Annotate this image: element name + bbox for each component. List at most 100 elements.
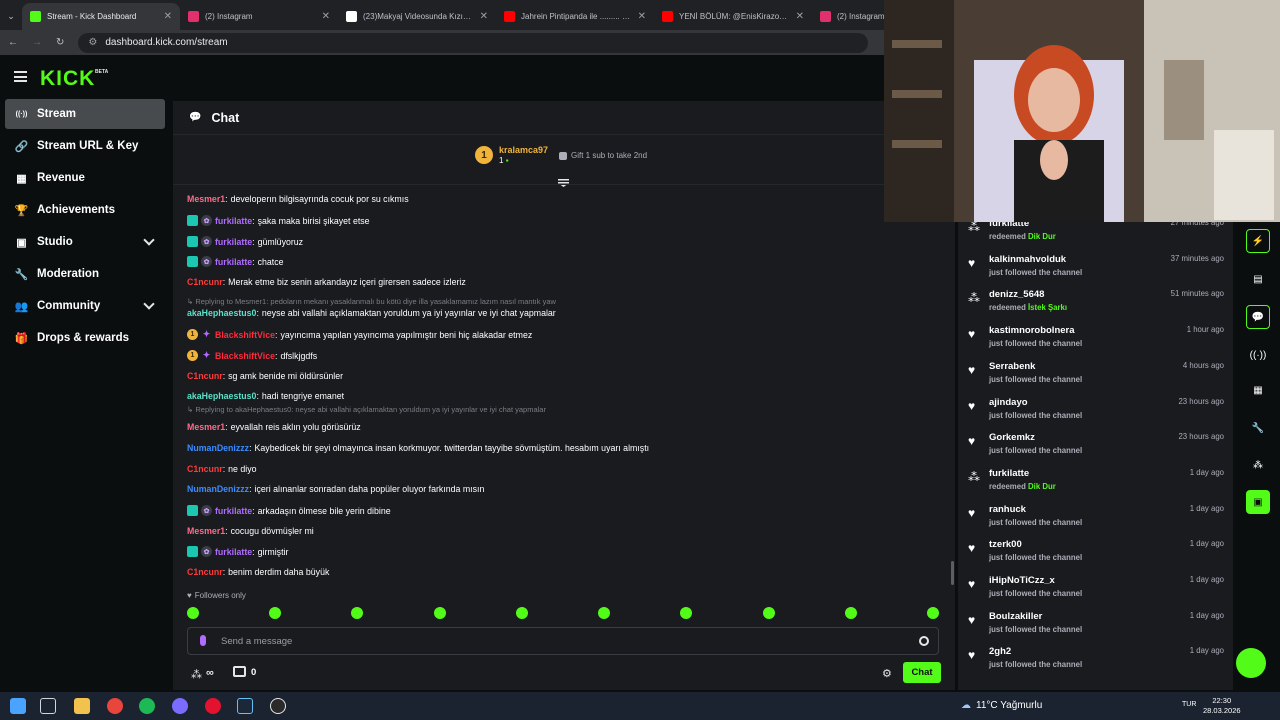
sidebar-item-drops-rewards[interactable]: 🎁 Drops & rewards — [5, 323, 165, 353]
activity-username[interactable]: Gorkemkz — [989, 432, 1035, 443]
wrench-icon[interactable]: 🔧 — [1246, 416, 1270, 440]
sidebar-item-studio[interactable]: ▣ Studio — [5, 227, 165, 257]
message-input[interactable]: Send a message — [187, 627, 939, 655]
obs-icon[interactable] — [270, 698, 286, 714]
activity-username[interactable]: kalkinmahvolduk — [989, 254, 1066, 265]
emote-icon[interactable] — [598, 607, 611, 619]
back-icon[interactable]: ← — [8, 37, 18, 48]
spotify-icon[interactable] — [139, 698, 155, 714]
sidebar-item-stream-url-key[interactable]: 🔗 Stream URL & Key — [5, 131, 165, 161]
reload-icon[interactable]: ↻ — [56, 37, 64, 48]
close-tab-icon[interactable]: ✕ — [164, 11, 172, 22]
chat-username[interactable]: akaHephaestus0 — [187, 391, 256, 401]
site-info-icon[interactable]: ⚙ — [88, 37, 97, 48]
notes-icon[interactable]: ▤ — [1246, 267, 1270, 291]
clips-icon[interactable]: ▣ — [1246, 490, 1270, 514]
clock[interactable]: 22:30 28.03.2026 — [1203, 696, 1241, 716]
sidebar-item-revenue[interactable]: ▦ Revenue — [5, 163, 165, 193]
language-indicator[interactable]: TUR — [1182, 701, 1196, 708]
browser-tab[interactable]: YENİ BÖLÜM: @EnisKirazoglu… ✕ — [654, 3, 812, 30]
emote-icon[interactable] — [187, 607, 199, 619]
close-tab-icon[interactable]: ✕ — [796, 11, 804, 22]
chevron-down-icon[interactable] — [143, 298, 155, 310]
chat-username[interactable]: furkilatte — [215, 257, 252, 267]
quick-actions-icon[interactable]: ⚡ — [1246, 229, 1270, 253]
activity-username[interactable]: ranhuck — [989, 504, 1026, 515]
gift-bag-icon[interactable] — [233, 666, 246, 677]
task-view-icon[interactable] — [40, 698, 56, 714]
close-tab-icon[interactable]: ✕ — [480, 11, 488, 22]
chat-username[interactable]: akaHephaestus0 — [187, 308, 256, 318]
chat-username[interactable]: Mesmer1 — [187, 422, 225, 432]
start-icon[interactable] — [10, 698, 26, 714]
chat-username[interactable]: NumanDenizzz — [187, 443, 249, 453]
chat-username[interactable]: NumanDenizzz — [187, 484, 249, 494]
activity-username[interactable]: kastimnorobolnera — [989, 325, 1075, 336]
url-field[interactable]: ⚙ dashboard.kick.com/stream — [78, 32, 869, 53]
activity-username[interactable]: 2gh2 — [989, 646, 1011, 657]
emoji-picker-icon[interactable] — [919, 636, 929, 646]
chat-username[interactable]: C1ncunr — [187, 464, 223, 474]
close-tab-icon[interactable]: ✕ — [322, 11, 330, 22]
activity-username[interactable]: Boulzakiller — [989, 611, 1042, 622]
broadcast-icon[interactable]: ((·)) — [1246, 343, 1270, 367]
top-gifter[interactable]: 1 kralamca97 1 ▪ — [475, 145, 548, 165]
steam-icon[interactable] — [237, 698, 253, 714]
chat-username[interactable]: Mesmer1 — [187, 194, 225, 204]
activity-username[interactable]: furkilatte — [989, 468, 1029, 479]
chat-username[interactable]: furkilatte — [215, 547, 252, 557]
collapse-pinned-icon[interactable] — [558, 179, 569, 187]
sidebar-item-community[interactable]: 👥 Community — [5, 291, 165, 321]
send-chat-button[interactable]: Chat — [903, 662, 941, 683]
chat-username[interactable]: furkilatte — [215, 216, 252, 226]
forward-icon[interactable]: → — [32, 37, 42, 48]
chat-username[interactable]: Mesmer1 — [187, 526, 225, 536]
sidebar-item-stream[interactable]: ((·)) Stream — [5, 99, 165, 129]
chat-username[interactable]: C1ncunr — [187, 567, 223, 577]
close-tab-icon[interactable]: ✕ — [638, 11, 646, 22]
emote-icon[interactable] — [515, 607, 528, 619]
activity-username[interactable]: denizz_5648 — [989, 289, 1044, 300]
chat-username[interactable]: furkilatte — [215, 506, 252, 516]
emote-icon[interactable] — [433, 607, 446, 619]
chevron-down-icon[interactable] — [143, 234, 155, 246]
emote-icon[interactable] — [844, 607, 857, 619]
chat-scrollbar[interactable] — [951, 561, 954, 585]
points-icon[interactable]: ⁂ — [1246, 453, 1270, 477]
browser-tab[interactable]: Stream - Kick Dashboard ✕ — [22, 3, 180, 30]
gift-sub-hint[interactable]: Gift 1 sub to take 2nd — [559, 151, 647, 160]
activity-username[interactable]: iHipNoTiCzz_x — [989, 575, 1055, 586]
emote-icon[interactable] — [926, 607, 939, 619]
opera-gx-icon[interactable] — [205, 698, 221, 714]
tab-search-button[interactable]: ⌄ — [0, 3, 22, 30]
microphone-icon[interactable] — [200, 635, 206, 646]
emote-icon[interactable] — [680, 607, 693, 619]
discord-icon[interactable] — [172, 698, 188, 714]
chat-username[interactable]: C1ncunr — [187, 371, 223, 381]
weather-widget[interactable]: ☁ 11°C Yağmurlu — [961, 700, 1042, 711]
browser-tab[interactable]: (23)Makyaj Videosunda Kızın İ… ✕ — [338, 3, 496, 30]
kick-logo[interactable]: KICK — [40, 67, 95, 91]
chat-settings-icon[interactable]: ⚙ — [882, 667, 892, 680]
activity-username[interactable]: Serrabenk — [989, 361, 1035, 372]
menu-icon[interactable] — [14, 71, 27, 82]
browser-tab[interactable]: (2) Instagram ✕ — [180, 3, 338, 30]
emote-icon[interactable] — [762, 607, 775, 619]
chat-username[interactable]: furkilatte — [215, 237, 252, 247]
chat-username[interactable]: BlackshiftVice — [215, 330, 275, 340]
chat-username[interactable]: BlackshiftVice — [215, 351, 275, 361]
emote-icon[interactable] — [269, 607, 282, 619]
sidebar-item-moderation[interactable]: 🔧 Moderation — [5, 259, 165, 289]
browser-tab[interactable]: Jahrein Pintipanda ile ......... #sh ✕ — [496, 3, 654, 30]
emote-icon[interactable] — [351, 607, 364, 619]
activity-username[interactable]: ajindayo — [989, 397, 1028, 408]
chrome-icon[interactable] — [107, 698, 123, 714]
activity-username[interactable]: tzerk00 — [989, 539, 1022, 550]
chat-toggle-icon[interactable]: 💬 — [1246, 305, 1270, 329]
chat-username[interactable]: C1ncunr — [187, 277, 223, 287]
sidebar-item-achievements[interactable]: 🏆 Achievements — [5, 195, 165, 225]
help-chat-button[interactable] — [1236, 648, 1266, 678]
file-explorer-icon[interactable] — [74, 698, 90, 714]
channel-points-icon[interactable]: ⁂ — [191, 668, 202, 681]
layout-icon[interactable]: ▦ — [1246, 378, 1270, 402]
